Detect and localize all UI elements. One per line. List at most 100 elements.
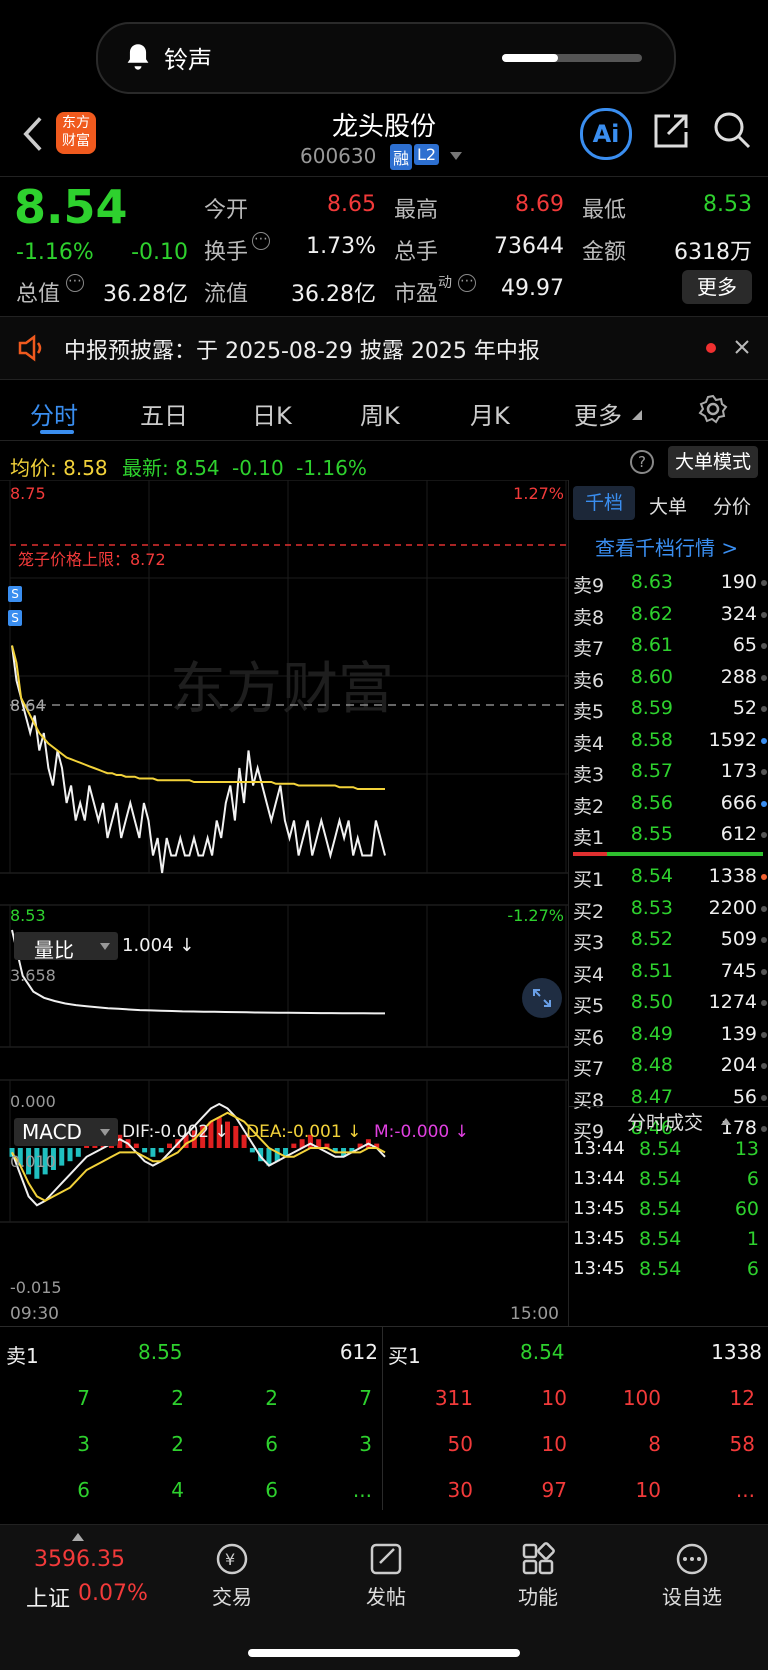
edit-icon — [370, 1543, 402, 1575]
nav-functions[interactable]: 功能 — [498, 1541, 578, 1610]
buy-queue-cell: 10 — [635, 1478, 661, 1502]
sell-row[interactable]: 卖3 8.57 173 — [569, 757, 768, 787]
order-dot — [761, 737, 767, 744]
nav-post[interactable]: 发帖 — [346, 1541, 426, 1610]
end-time-label: 15:00 — [510, 1304, 559, 1324]
sell-label: 卖2 — [573, 795, 605, 818]
sell-row[interactable]: 卖5 8.59 52 — [569, 694, 768, 724]
mktcap-value: 36.28亿 — [103, 282, 188, 307]
volume-track[interactable] — [502, 54, 642, 62]
view-depth-link[interactable]: 查看千档行情 > — [595, 532, 738, 561]
expand-button[interactable] — [522, 978, 562, 1018]
buy-row[interactable]: 买4 8.51 745 — [569, 957, 768, 987]
tab-intraday[interactable]: 分时 — [30, 396, 78, 431]
info-icon[interactable]: ⋯ — [66, 274, 84, 292]
help-icon[interactable]: ? — [630, 450, 654, 474]
tab-5day[interactable]: 五日 — [140, 396, 188, 431]
order-dot — [761, 580, 767, 586]
tab-price-dist[interactable]: 分价 — [713, 492, 751, 519]
home-indicator — [248, 1649, 520, 1657]
buy-row[interactable]: 买2 8.53 2200 — [569, 894, 768, 924]
ringtone-notification[interactable]: 铃声 — [96, 22, 676, 94]
low-value: 8.53 — [703, 192, 752, 217]
bottom-pct-label: -1.27% — [507, 906, 564, 925]
corner-arrow-icon — [632, 410, 642, 420]
nav-watchlist[interactable]: 设自选 — [650, 1541, 734, 1610]
pe-sup: 动 — [438, 275, 452, 291]
sell-price: 8.61 — [630, 634, 673, 656]
chevron-up-icon[interactable] — [72, 1533, 84, 1541]
chevron-up-icon — [721, 1118, 731, 1125]
buy-queue-cell: 12 — [729, 1386, 755, 1410]
queue-sell-label: 卖1 — [6, 1344, 39, 1368]
buy-queue-cell: 100 — [622, 1386, 661, 1410]
float-label: 流值 — [204, 282, 249, 307]
sell-price: 8.56 — [630, 791, 673, 814]
s-marker[interactable]: S — [8, 610, 22, 626]
s-marker[interactable]: S — [8, 586, 22, 602]
search-icon[interactable] — [712, 110, 752, 150]
sell-row[interactable]: 卖4 8.58 1592 — [569, 726, 768, 756]
intraday-charts[interactable]: 东方财富 — [0, 480, 568, 1320]
buy-row[interactable]: 买1 8.54 1338 — [569, 862, 768, 892]
sell-row[interactable]: 卖1 8.55 612 — [569, 820, 768, 850]
close-icon[interactable] — [734, 339, 750, 355]
sell-volume: 65 — [732, 634, 757, 656]
dropdown-icon[interactable] — [450, 152, 462, 160]
sell-price: 8.55 — [630, 823, 673, 845]
ticks-title[interactable]: 分时成交 — [627, 1108, 703, 1135]
tab-week-k[interactable]: 周K — [360, 396, 400, 431]
info-icon[interactable]: ⋯ — [458, 274, 476, 292]
order-dot — [761, 769, 767, 775]
gear-icon[interactable] — [698, 394, 728, 424]
cage-limit-label: 笼子价格上限：8.72 — [18, 550, 166, 569]
tab-depth[interactable]: 千档 — [573, 486, 635, 520]
avg-value: 8.58 — [63, 456, 108, 480]
buy-price: 8.48 — [630, 1054, 673, 1076]
sell-row[interactable]: 卖6 8.60 288 — [569, 663, 768, 693]
buy-row[interactable]: 买7 8.48 204 — [569, 1051, 768, 1081]
buy-volume: 745 — [720, 959, 757, 982]
notice-bar[interactable]: 中报预披露：于 2025-08-29 披露 2025 年中报 — [0, 317, 768, 379]
tick-row: 13:44 8.54 13 — [569, 1136, 768, 1164]
sell-label: 卖4 — [573, 732, 605, 755]
buy-row[interactable]: 买6 8.49 139 — [569, 1020, 768, 1050]
sell-row[interactable]: 卖2 8.56 666 — [569, 789, 768, 819]
high-label: 最高 — [394, 198, 439, 223]
volume-ratio-selector[interactable]: 量比 — [14, 932, 118, 962]
buy-volume: 509 — [720, 928, 757, 950]
big-order-mode-button[interactable]: 大单模式 — [668, 446, 758, 478]
buy-volume: 1338 — [708, 865, 757, 887]
index-value[interactable]: 3596.35 — [34, 1547, 125, 1572]
sell-row[interactable]: 卖7 8.61 65 — [569, 631, 768, 661]
index-pct[interactable]: 0.07% — [78, 1581, 148, 1606]
buy-label: 买2 — [573, 900, 605, 923]
ai-button[interactable]: Ai — [580, 108, 632, 160]
info-icon[interactable]: ⋯ — [252, 232, 270, 250]
queue-buy-volume: 1338 — [711, 1340, 762, 1364]
tab-month-k[interactable]: 月K — [470, 396, 510, 431]
tab-big-order[interactable]: 大单 — [649, 492, 687, 519]
more-button[interactable]: 更多 — [682, 270, 752, 304]
sell-queue-cell: ... — [352, 1478, 372, 1502]
buy-label: 买3 — [573, 932, 605, 954]
order-dot — [761, 968, 767, 975]
tab-day-k[interactable]: 日K — [252, 396, 292, 431]
nav-trade-label: 交易 — [212, 1585, 252, 1609]
sell-queue-cell: 6 — [265, 1478, 278, 1502]
order-dot — [761, 800, 767, 807]
sell-row[interactable]: 卖9 8.63 190 — [569, 568, 768, 598]
buy-row[interactable]: 买5 8.50 1274 — [569, 988, 768, 1018]
more-dots-icon — [676, 1543, 708, 1575]
volume-value: 73644 — [494, 234, 564, 259]
m-value: M:-0.000 ↓ — [374, 1122, 469, 1142]
sell-row[interactable]: 卖8 8.62 324 — [569, 600, 768, 630]
nav-trade[interactable]: ¥ 交易 — [192, 1541, 272, 1610]
buy-row[interactable]: 买3 8.52 509 — [569, 925, 768, 955]
avg-label: 均价: — [10, 456, 57, 480]
share-icon[interactable] — [652, 112, 690, 150]
macd-selector[interactable]: MACD — [14, 1118, 118, 1146]
index-name[interactable]: 上证 — [26, 1581, 70, 1613]
tick-volume: 60 — [734, 1198, 759, 1220]
tab-more[interactable]: 更多 — [574, 396, 622, 431]
